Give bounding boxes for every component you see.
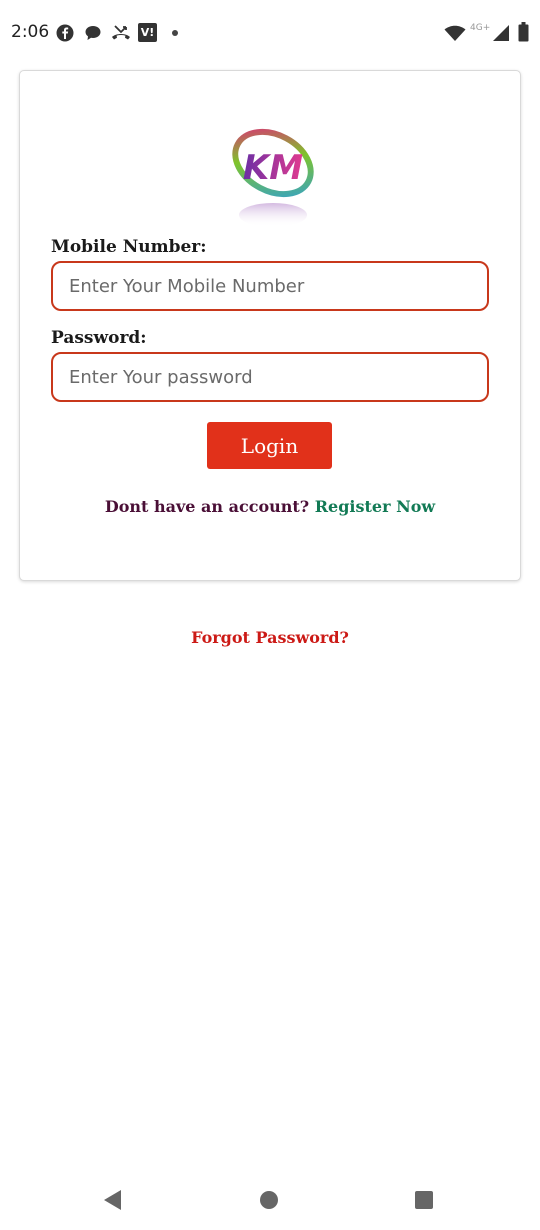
logo-text: KM (243, 148, 303, 188)
vi-app-icon: V! (138, 23, 157, 42)
mobile-number-label: Mobile Number: (51, 237, 207, 257)
dot-icon (172, 30, 178, 36)
missed-call-icon (112, 25, 130, 40)
nav-back-button[interactable] (92, 1180, 132, 1220)
status-bar: 2:06 V! 4G+ (0, 0, 540, 66)
wifi-icon (444, 25, 466, 41)
chat-icon (85, 26, 101, 40)
battery-icon (518, 22, 529, 42)
network-type-label: 4G+ (470, 23, 491, 33)
km-logo: KM (232, 128, 314, 227)
register-now-link[interactable]: Register Now (315, 497, 435, 516)
register-row: Dont have an account? Register Now (20, 497, 520, 516)
login-card: KM Mobile Number: Password: Login Dont h… (19, 70, 521, 581)
register-prompt: Dont have an account? (104, 497, 310, 516)
facebook-icon (56, 24, 74, 42)
recents-icon (415, 1191, 433, 1209)
forgot-password-link[interactable]: Forgot Password? (0, 628, 540, 647)
password-label: Password: (51, 328, 147, 348)
nav-home-button[interactable] (249, 1180, 289, 1220)
login-button[interactable]: Login (207, 422, 332, 469)
password-input[interactable] (51, 352, 489, 402)
nav-recents-button[interactable] (404, 1180, 444, 1220)
mobile-number-input[interactable] (51, 261, 489, 311)
home-icon (260, 1191, 278, 1209)
status-time: 2:06 (11, 22, 50, 42)
back-icon (104, 1190, 121, 1210)
signal-icon (493, 25, 509, 41)
